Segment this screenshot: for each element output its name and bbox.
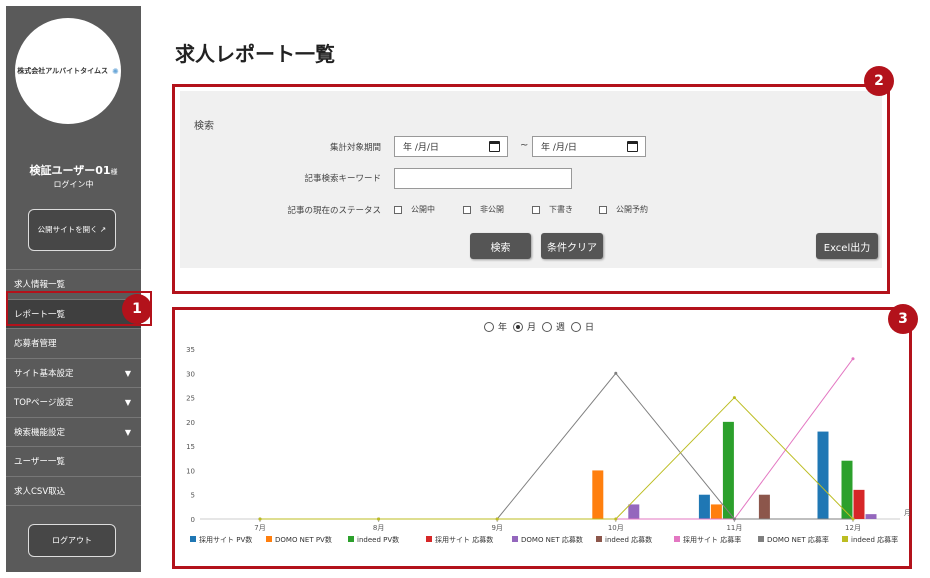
user-name: 検証ユーザー01様 (6, 162, 141, 178)
period-radio-year[interactable] (484, 321, 494, 332)
date-from-placeholder: 年 /月/日 (403, 143, 439, 153)
chevron-down-icon: ▼ (124, 398, 131, 407)
checkbox[interactable] (394, 205, 402, 214)
date-from-input[interactable]: 年 /月/日 (394, 136, 508, 157)
period-label: 集計対象期間 (329, 143, 381, 153)
search-panel: 検索 集計対象期間 年 /月/日 ~ 年 /月/日 記事検索キーワード 記事の現… (172, 84, 890, 294)
chart-panel (172, 307, 912, 569)
company-logo[interactable]: 株式会社アルバイトタイムス ✺ (15, 18, 121, 124)
checkbox-label: 非公開 (480, 205, 504, 214)
excel-export-button[interactable]: Excel出力 (816, 233, 878, 259)
sidebar-item-users[interactable]: ユーザー一覧 (6, 447, 141, 477)
search-heading: 検索 (194, 121, 214, 132)
period-label-week: 週 (556, 323, 566, 333)
sidebar-item-label: サイト基本設定 (14, 368, 74, 379)
sidebar-item-applicants[interactable]: 応募者管理 (6, 329, 141, 359)
keyword-input[interactable] (394, 168, 572, 189)
checkbox[interactable] (463, 205, 471, 214)
callout-badge-3: 3 (888, 304, 918, 334)
checkbox-label: 公開予約 (616, 205, 648, 214)
period-radio-month[interactable] (513, 321, 524, 332)
keyword-label: 記事検索キーワード (304, 174, 381, 184)
period-label-day: 日 (585, 323, 595, 333)
report-list-page: 株式会社アルバイトタイムス ✺ 検証ユーザー01様 ログイン中 公開サイトを開く… (0, 0, 930, 578)
clear-conditions-button[interactable]: 条件クリア (541, 233, 603, 259)
status-checkbox-private[interactable]: 非公開 (463, 204, 504, 215)
date-to-input[interactable]: 年 /月/日 (532, 136, 646, 157)
logout-button[interactable]: ログアウト (28, 524, 116, 557)
callout-badge-1: 1 (122, 294, 152, 324)
search-form: 検索 集計対象期間 年 /月/日 ~ 年 /月/日 記事検索キーワード 記事の現… (180, 91, 882, 268)
chevron-down-icon: ▼ (124, 427, 131, 437)
sidebar-item-label: 求人情報一覧 (14, 280, 66, 291)
sidebar-item-search-settings[interactable]: 検索機能設定 ▼ (6, 418, 141, 447)
sidebar-item-label: 求人CSV取込 (14, 486, 66, 497)
calendar-icon[interactable] (489, 141, 500, 152)
chevron-down-icon: ▼ (124, 368, 131, 378)
period-selector: 年 月 週 日 (484, 320, 600, 333)
sidebar-item-label: ユーザー一覧 (14, 457, 65, 468)
calendar-icon[interactable] (627, 141, 638, 152)
callout-badge-2: 2 (864, 66, 894, 96)
sidebar-item-label: TOPページ設定 (14, 398, 74, 409)
sidebar-item-site-settings[interactable]: サイト基本設定 ▼ (6, 359, 141, 388)
sidebar-item-label: 検索機能設定 (14, 427, 66, 438)
status-checkbox-scheduled[interactable]: 公開予約 (599, 204, 648, 215)
logo-mark-icon: ✺ (112, 66, 119, 76)
period-radio-week[interactable] (542, 321, 553, 332)
open-public-site-button[interactable]: 公開サイトを開く ↗ (28, 209, 116, 251)
date-to-placeholder: 年 /月/日 (541, 143, 577, 153)
checkbox[interactable] (599, 205, 607, 214)
date-range-separator: ~ (520, 140, 529, 151)
status-checkbox-draft[interactable]: 下書き (532, 204, 573, 215)
login-status: ログイン中 (53, 180, 94, 189)
period-radio-day[interactable] (571, 321, 582, 332)
checkbox-label: 下書き (549, 205, 573, 214)
user-name-text: 検証ユーザー01 (29, 164, 111, 177)
user-suffix: 様 (110, 168, 118, 176)
period-label-month: 月 (527, 323, 537, 333)
status-label: 記事の現在のステータス (287, 206, 381, 216)
period-label-year: 年 (498, 323, 508, 333)
checkbox[interactable] (532, 205, 540, 214)
checkbox-label: 公開中 (411, 205, 435, 214)
search-button[interactable]: 検索 (470, 233, 531, 259)
sidebar: 株式会社アルバイトタイムス ✺ 検証ユーザー01様 ログイン中 公開サイトを開く… (6, 6, 141, 572)
sidebar-item-label: 応募者管理 (14, 339, 57, 350)
sidebar-item-top-page-settings[interactable]: TOPページ設定 ▼ (6, 388, 141, 418)
status-checkbox-published[interactable]: 公開中 (394, 204, 435, 215)
logo-text: 株式会社アルバイトタイムス (17, 67, 109, 75)
sidebar-item-csv-import[interactable]: 求人CSV取込 (6, 477, 141, 506)
page-title: 求人レポート一覧 (175, 42, 335, 66)
